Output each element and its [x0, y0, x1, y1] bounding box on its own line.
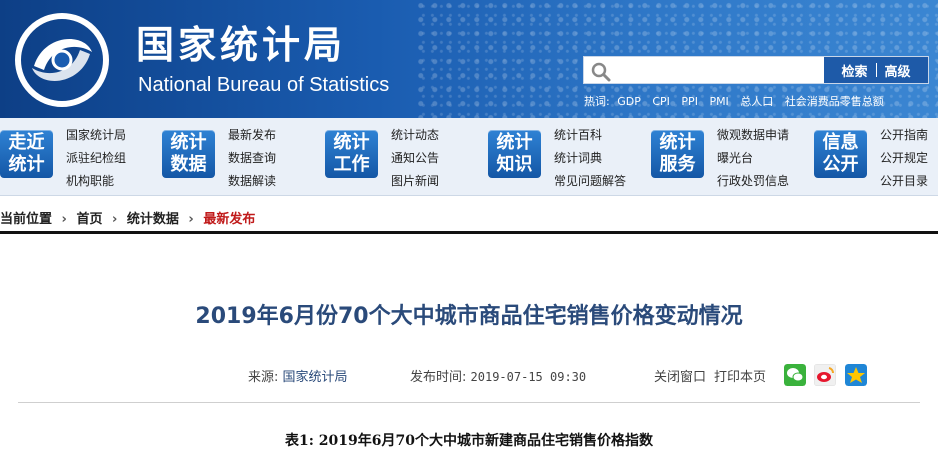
close-window-link[interactable]: 关闭窗口	[654, 366, 706, 385]
hotword-link[interactable]: CPI	[652, 95, 670, 108]
breadcrumb-separator: ›	[188, 212, 194, 227]
publish-time-value: 2019-07-15 09:30	[470, 370, 587, 384]
search-icon	[591, 62, 611, 82]
wechat-share-icon[interactable]	[784, 364, 806, 386]
article-title: 2019年6月份70个大中城市商品住宅销售价格变动情况	[195, 304, 743, 329]
nav-link[interactable]: 通知公告	[391, 147, 439, 170]
article-source: 来源: 国家统计局	[248, 366, 348, 385]
nav-link[interactable]: 数据解读	[228, 170, 276, 193]
nav-tile-about[interactable]: 走近 统计	[0, 130, 53, 178]
nav-tile-service[interactable]: 统计 服务	[651, 130, 704, 178]
advanced-search-button[interactable]: 高级	[877, 61, 919, 80]
hotwords-bar: 热词: GDP CPI PPI PMI 总人口 社会消费品零售总额	[584, 93, 892, 109]
nav-link[interactable]: 国家统计局	[66, 124, 126, 147]
site-header: 国家统计局 National Bureau of Statistics 检索 高…	[0, 0, 938, 118]
main-nav: 走近 统计 国家统计局 派驻纪检组 机构职能 统计 数据 最新发布 数据查询 数据解…	[0, 118, 938, 196]
search-button[interactable]: 检索	[833, 61, 875, 80]
hotword-link[interactable]: PMI	[709, 95, 728, 108]
nav-link[interactable]: 公开规定	[880, 147, 928, 170]
hotword-link[interactable]: PPI	[681, 95, 698, 108]
weibo-share-icon[interactable]	[814, 364, 836, 386]
table-caption: 表1: 2019年6月70个大中城市新建商品住宅销售价格指数	[285, 433, 653, 449]
search-buttons: 检索 高级	[824, 57, 928, 83]
breadcrumb: 当前位置 › 首页 › 统计数据 › 最新发布	[0, 208, 938, 230]
hotword-link[interactable]: 总人口	[740, 95, 773, 108]
source-value: 国家统计局	[282, 370, 348, 385]
breadcrumb-separator: ›	[111, 212, 118, 227]
nav-link[interactable]: 图片新闻	[391, 170, 439, 193]
hotword-link[interactable]: GDP	[617, 95, 641, 108]
nav-links-knowledge: 统计百科 统计词典 常见问题解答	[554, 124, 626, 193]
meta-divider	[18, 402, 920, 403]
publish-time-label: 发布时间:	[410, 370, 467, 385]
breadcrumb-prefix: 当前位置	[0, 212, 53, 227]
nav-link[interactable]: 公开目录	[880, 170, 928, 193]
qzone-share-icon[interactable]	[845, 364, 867, 386]
nav-link[interactable]: 统计动态	[391, 124, 439, 147]
hotword-link[interactable]: 社会消费品零售总额	[785, 95, 884, 108]
nav-links-data: 最新发布 数据查询 数据解读	[228, 124, 276, 193]
nbs-logo-icon[interactable]	[14, 12, 110, 108]
nav-link[interactable]: 行政处罚信息	[717, 170, 789, 193]
breadcrumb-home[interactable]: 首页	[76, 212, 102, 227]
nav-links-service: 微观数据申请 曝光台 行政处罚信息	[717, 124, 789, 193]
print-page-link[interactable]: 打印本页	[714, 366, 766, 385]
breadcrumb-separator: ›	[61, 212, 67, 227]
source-label: 来源:	[248, 370, 279, 385]
nav-link[interactable]: 统计百科	[554, 124, 626, 147]
breadcrumb-current[interactable]: 最新发布	[203, 212, 255, 227]
nav-link[interactable]: 数据查询	[228, 147, 276, 170]
search-input[interactable]	[616, 59, 816, 81]
nav-tile-work[interactable]: 统计 工作	[325, 130, 378, 178]
nav-link[interactable]: 派驻纪检组	[66, 147, 126, 170]
nav-link[interactable]: 常见问题解答	[554, 170, 626, 193]
site-title-en: National Bureau of Statistics	[138, 74, 390, 96]
nav-link[interactable]: 曝光台	[717, 147, 789, 170]
nav-links-work: 统计动态 通知公告 图片新闻	[391, 124, 439, 193]
nav-links-about: 国家统计局 派驻纪检组 机构职能	[66, 124, 126, 193]
hotwords-label: 热词:	[584, 95, 610, 108]
nav-link[interactable]: 机构职能	[66, 170, 126, 193]
nav-link[interactable]: 微观数据申请	[717, 124, 789, 147]
nav-tile-data[interactable]: 统计 数据	[162, 130, 215, 178]
nav-link[interactable]: 统计词典	[554, 147, 626, 170]
breadcrumb-data[interactable]: 统计数据	[127, 212, 179, 227]
search-box: 检索 高级	[583, 56, 929, 84]
nav-tile-knowledge[interactable]: 统计 知识	[488, 130, 541, 178]
site-title-cn: 国家统计局	[136, 23, 347, 67]
article-publish-time: 发布时间: 2019-07-15 09:30	[410, 366, 586, 385]
breadcrumb-rule	[0, 231, 938, 234]
nav-links-disclosure: 公开指南 公开规定 公开目录	[880, 124, 928, 193]
nav-link[interactable]: 最新发布	[228, 124, 276, 147]
nav-link[interactable]: 公开指南	[880, 124, 928, 147]
nav-tile-disclosure[interactable]: 信息 公开	[814, 130, 867, 178]
